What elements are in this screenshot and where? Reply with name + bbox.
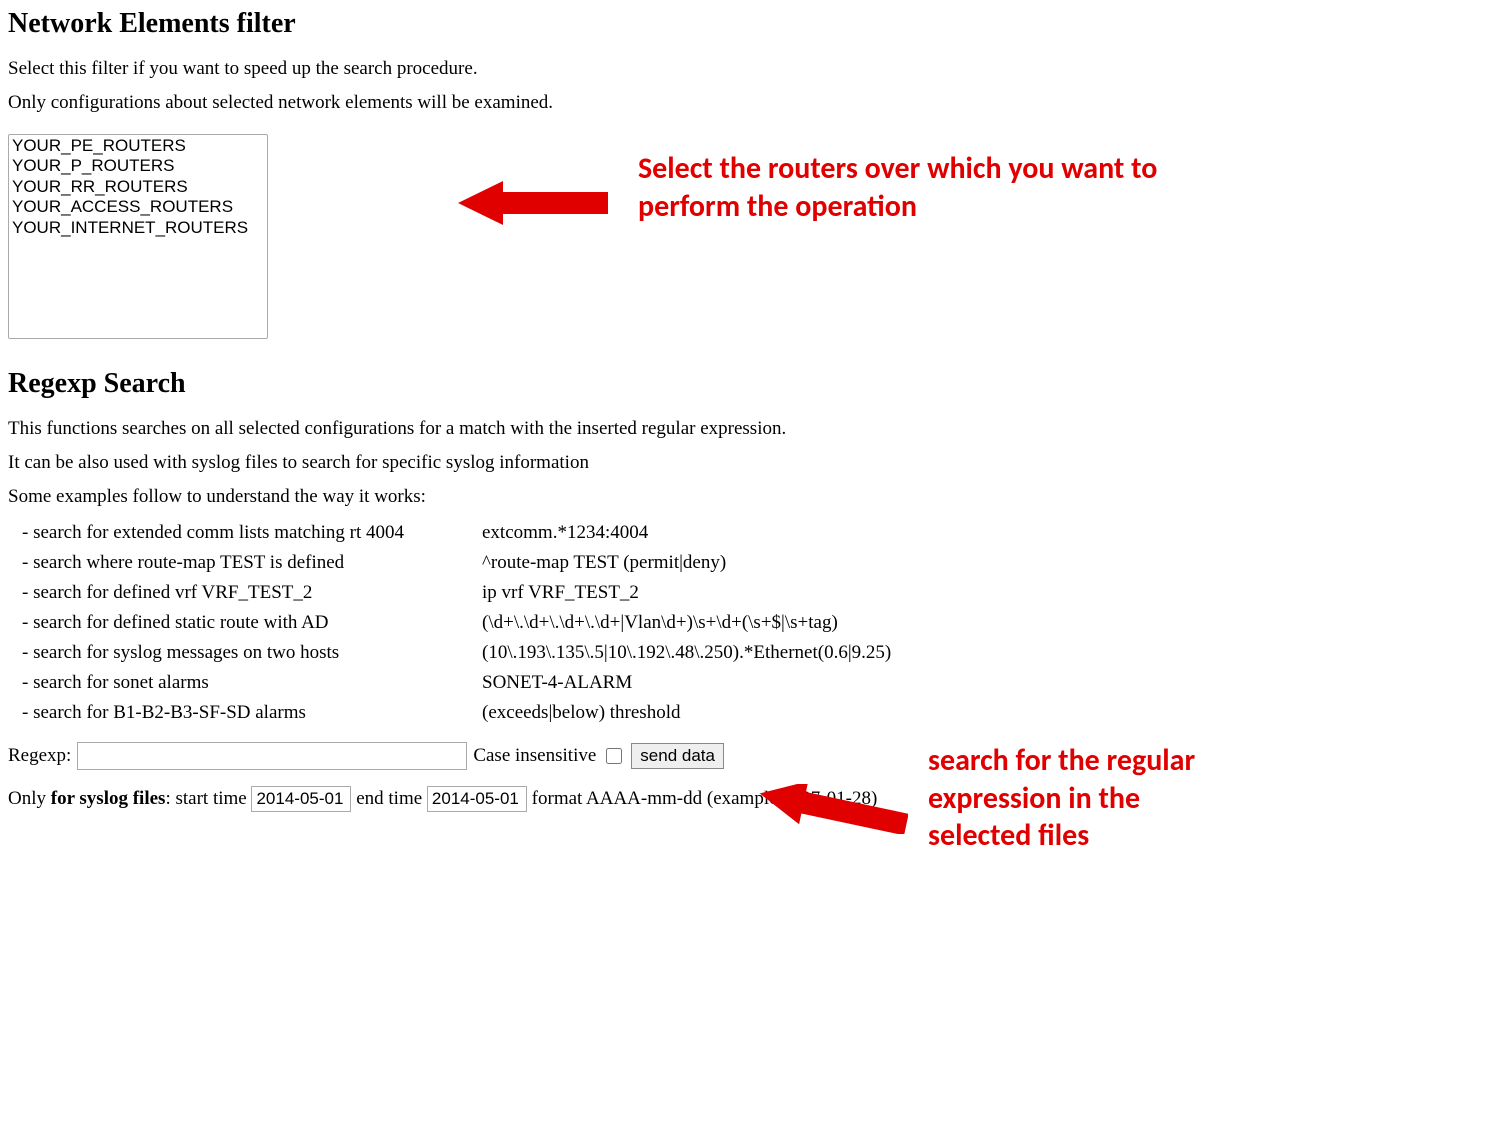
- example-description: - search for syslog messages on two host…: [22, 642, 482, 664]
- regexp-desc-1: This functions searches on all selected …: [8, 418, 1486, 440]
- network-element-option[interactable]: YOUR_P_ROUTERS: [10, 156, 266, 176]
- regexp-search-heading: Regexp Search: [8, 368, 1486, 400]
- example-row: - search for defined static route with A…: [22, 612, 1486, 634]
- example-description: - search where route-map TEST is defined: [22, 552, 482, 574]
- example-pattern: (\d+\.\d+\.\d+\.\d+|Vlan\d+)\s+\d+(\s+$|…: [482, 612, 838, 634]
- example-description: - search for defined static route with A…: [22, 612, 482, 634]
- filter-desc-1: Select this filter if you want to speed …: [8, 58, 1486, 80]
- syslog-prefix: Only: [8, 788, 51, 809]
- regexp-desc-3: Some examples follow to understand the w…: [8, 486, 1486, 508]
- regexp-desc-2: It can be also used with syslog files to…: [8, 452, 1486, 474]
- example-pattern: (10\.193\.135\.5|10\.192\.48\.250).*Ethe…: [482, 642, 891, 664]
- send-data-button[interactable]: send data: [631, 743, 724, 769]
- example-pattern: SONET-4-ALARM: [482, 672, 632, 694]
- syslog-row: Only for syslog files: start time end ti…: [8, 786, 1486, 812]
- case-insensitive-label: Case insensitive: [473, 745, 596, 767]
- network-element-option[interactable]: YOUR_PE_ROUTERS: [10, 136, 266, 156]
- example-pattern: ^route-map TEST (permit|deny): [482, 552, 726, 574]
- example-row: - search for syslog messages on two host…: [22, 642, 1486, 664]
- arrow-left-icon: [458, 178, 608, 234]
- example-pattern: extcomm.*1234:4004: [482, 522, 648, 544]
- regexp-label: Regexp:: [8, 745, 71, 767]
- example-row: - search for B1-B2-B3-SF-SD alarms(excee…: [22, 702, 1486, 724]
- start-time-input[interactable]: [251, 786, 351, 812]
- example-pattern: (exceeds|below) threshold: [482, 702, 680, 724]
- example-row: - search for sonet alarmsSONET-4-ALARM: [22, 672, 1486, 694]
- syslog-start-label: : start time: [165, 788, 251, 809]
- syslog-end-label: end time: [351, 788, 426, 809]
- regexp-input[interactable]: [77, 742, 467, 770]
- example-description: - search for extended comm lists matchin…: [22, 522, 482, 544]
- annotation-search-regexp: search for the regular expression in the…: [928, 742, 1248, 855]
- example-row: - search for defined vrf VRF_TEST_2ip vr…: [22, 582, 1486, 604]
- annotation-select-routers: Select the routers over which you want t…: [638, 150, 1158, 225]
- network-element-option[interactable]: YOUR_INTERNET_ROUTERS: [10, 218, 266, 238]
- network-elements-heading: Network Elements filter: [8, 8, 1486, 40]
- filter-desc-2: Only configurations about selected netwo…: [8, 92, 1486, 114]
- network-element-option[interactable]: YOUR_RR_ROUTERS: [10, 177, 266, 197]
- case-insensitive-checkbox[interactable]: [606, 748, 622, 764]
- syslog-bold: for syslog files: [51, 788, 166, 809]
- network-elements-select[interactable]: YOUR_PE_ROUTERSYOUR_P_ROUTERSYOUR_RR_ROU…: [8, 134, 268, 339]
- arrow-left-icon: [758, 784, 908, 840]
- example-pattern: ip vrf VRF_TEST_2: [482, 582, 639, 604]
- example-row: - search for extended comm lists matchin…: [22, 522, 1486, 544]
- example-row: - search where route-map TEST is defined…: [22, 552, 1486, 574]
- network-element-option[interactable]: YOUR_ACCESS_ROUTERS: [10, 197, 266, 217]
- end-time-input[interactable]: [427, 786, 527, 812]
- example-description: - search for sonet alarms: [22, 672, 482, 694]
- example-description: - search for defined vrf VRF_TEST_2: [22, 582, 482, 604]
- example-description: - search for B1-B2-B3-SF-SD alarms: [22, 702, 482, 724]
